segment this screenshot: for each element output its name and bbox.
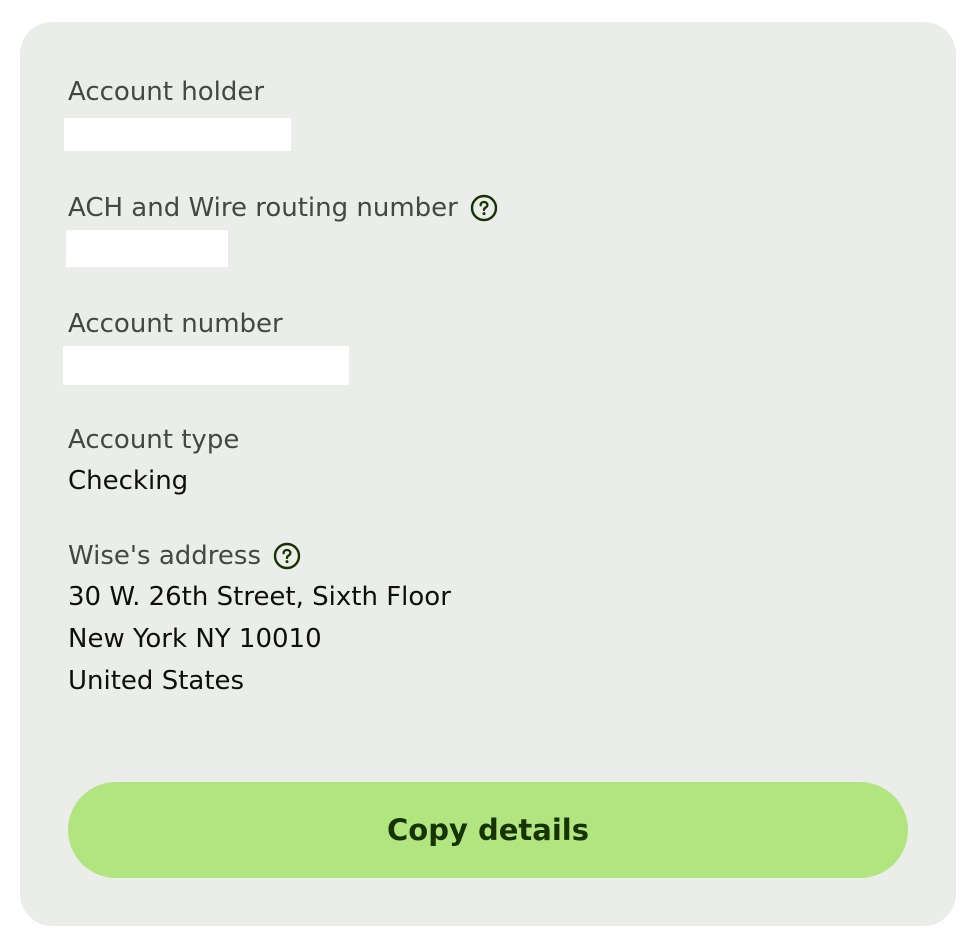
- account-number-label-text: Account number: [68, 309, 283, 339]
- copy-details-button[interactable]: Copy details: [68, 782, 908, 878]
- wise-address-label-text: Wise's address: [68, 541, 262, 571]
- account-holder-label-text: Account holder: [68, 77, 265, 107]
- account-number-redacted-value: [63, 346, 349, 385]
- routing-number-label: ACH and Wire routing number: [68, 190, 498, 226]
- account-holder-redacted-value: [64, 118, 291, 151]
- account-type-label-text: Account type: [68, 425, 240, 455]
- account-holder-label: Account holder: [68, 74, 264, 110]
- question-circle-icon[interactable]: [273, 542, 301, 570]
- address-line-3: United States: [68, 666, 245, 696]
- question-circle-icon[interactable]: [470, 194, 498, 222]
- address-line-1: 30 W. 26th Street, Sixth Floor: [68, 582, 451, 612]
- address-line-2: New York NY 10010: [68, 624, 322, 654]
- account-type-value: Checking: [68, 466, 189, 496]
- account-number-label: Account number: [68, 306, 283, 342]
- bank-details-card: Account holder ACH and Wire routing numb…: [20, 22, 956, 926]
- routing-number-label-text: ACH and Wire routing number: [68, 193, 458, 223]
- account-type-label: Account type: [68, 422, 239, 458]
- routing-number-redacted-value: [66, 230, 228, 267]
- wise-address-label: Wise's address: [68, 538, 301, 574]
